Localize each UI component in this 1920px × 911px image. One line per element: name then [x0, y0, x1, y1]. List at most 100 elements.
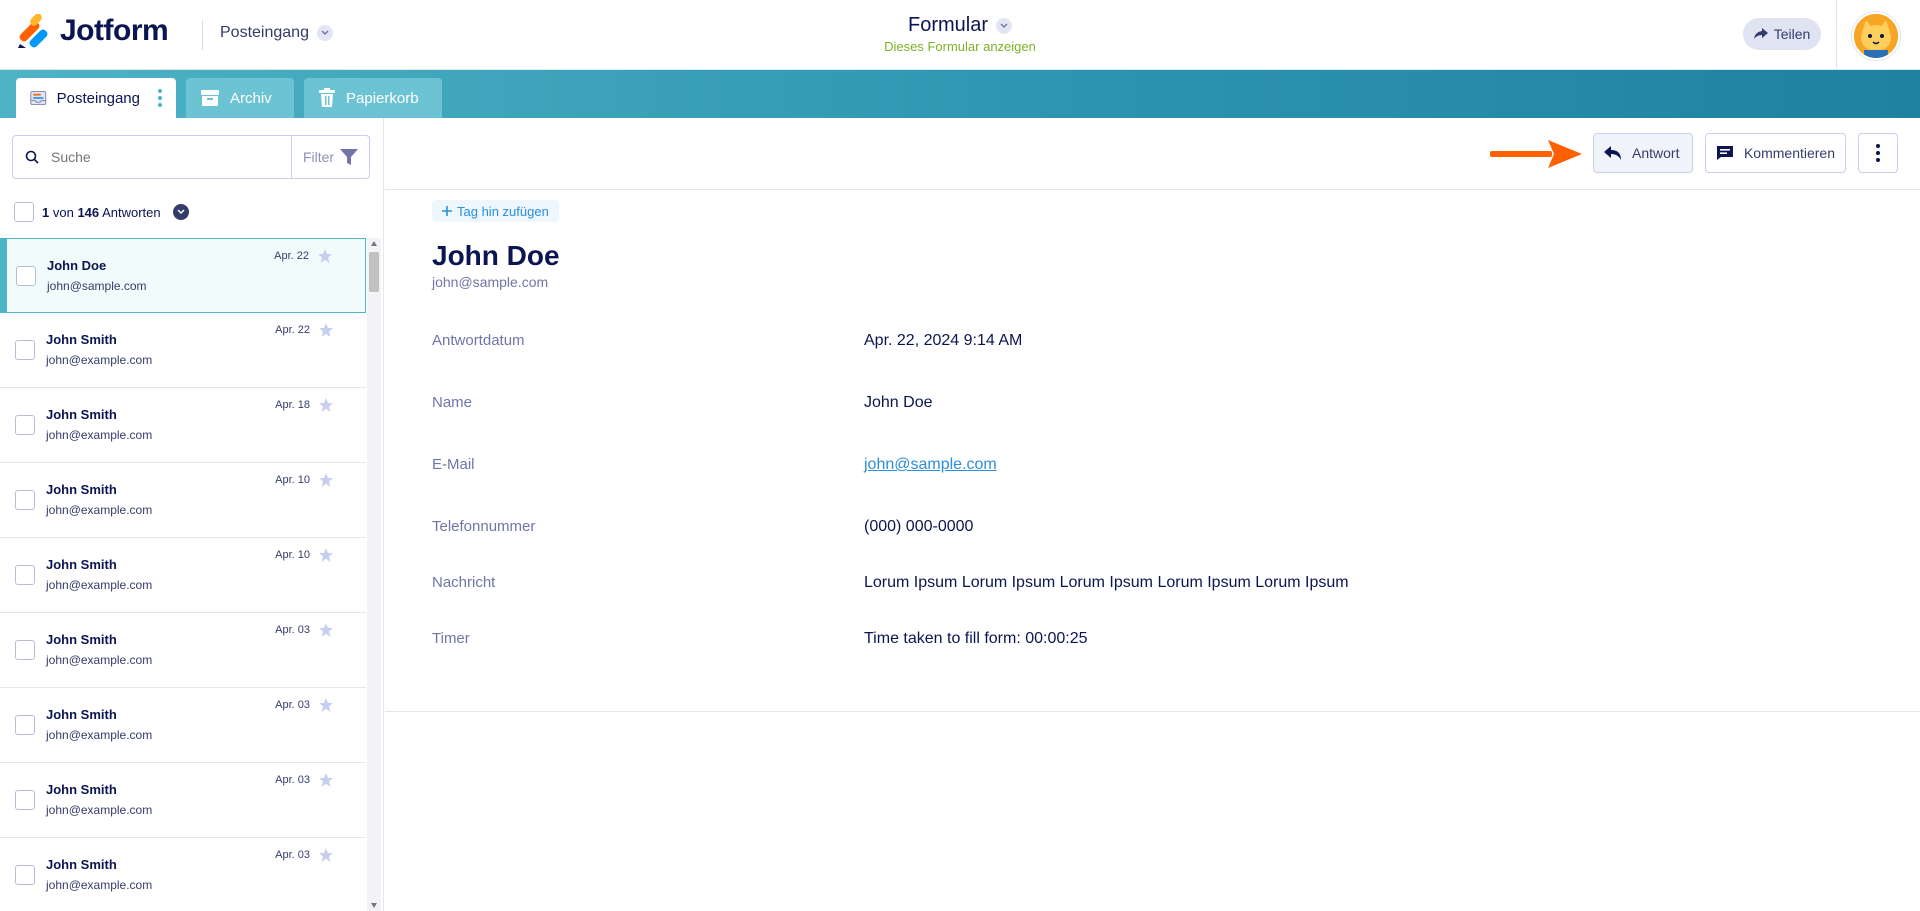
- star-icon[interactable]: [317, 248, 333, 264]
- submission-detail-panel: Antwort Kommentieren Tag hin zufügen Joh…: [385, 118, 1920, 911]
- item-email: john@example.com: [46, 353, 153, 367]
- item-email: john@example.com: [46, 653, 153, 667]
- avatar[interactable]: [1852, 12, 1900, 60]
- star-icon[interactable]: [318, 397, 334, 413]
- share-arrow-icon: [1753, 28, 1768, 39]
- tab-archiv[interactable]: Archiv: [186, 78, 294, 118]
- field-label: Antwortdatum: [432, 332, 525, 349]
- item-name: John Smith: [46, 332, 117, 347]
- star-icon[interactable]: [318, 772, 334, 788]
- item-name: John Smith: [46, 482, 117, 497]
- tab-label: Posteingang: [56, 89, 140, 107]
- item-checkbox[interactable]: [15, 865, 35, 885]
- search-input[interactable]: [51, 149, 291, 165]
- item-checkbox[interactable]: [15, 415, 35, 435]
- more-vertical-icon: [1876, 144, 1880, 162]
- list-item[interactable]: John Smith john@example.com Apr. 22: [0, 313, 366, 388]
- form-title-dropdown[interactable]: Formular: [908, 14, 1012, 37]
- tab-papierkorb[interactable]: Papierkorb: [304, 78, 442, 118]
- inbox-tab-bar: Posteingang Archiv Papierkorb: [0, 70, 1920, 118]
- field-value: Apr. 22, 2024 9:14 AM: [864, 332, 1023, 349]
- item-name: John Smith: [46, 632, 117, 647]
- filter-button[interactable]: Filter: [291, 136, 369, 178]
- star-icon[interactable]: [318, 847, 334, 863]
- star-icon[interactable]: [318, 622, 334, 638]
- item-checkbox[interactable]: [15, 340, 35, 360]
- scroll-up-arrow-icon[interactable]: [371, 241, 377, 246]
- item-date: Apr. 22: [274, 250, 309, 262]
- count-von: von: [52, 204, 74, 220]
- scroll-down-arrow-icon[interactable]: [371, 903, 377, 908]
- add-tag-label: Tag hin zufügen: [457, 203, 549, 219]
- list-item[interactable]: John Smith john@example.com Apr. 03: [0, 613, 366, 688]
- reply-button[interactable]: Antwort: [1593, 133, 1693, 173]
- list-item[interactable]: John Smith john@example.com Apr. 03: [0, 838, 366, 911]
- tab-posteingang[interactable]: Posteingang: [16, 78, 176, 118]
- item-checkbox[interactable]: [16, 266, 36, 286]
- list-item[interactable]: John Smith john@example.com Apr. 18: [0, 388, 366, 463]
- reply-arrow-icon: [1604, 146, 1621, 160]
- plus-icon: [442, 206, 452, 216]
- star-icon[interactable]: [318, 697, 334, 713]
- more-options-button[interactable]: [1858, 133, 1898, 173]
- item-date: Apr. 10: [275, 549, 310, 561]
- list-item[interactable]: John Smith john@example.com Apr. 03: [0, 763, 366, 838]
- submission-list: John Doe john@sample.com Apr. 22 John Sm…: [0, 238, 366, 911]
- header-divider-right: [1836, 0, 1837, 70]
- share-button[interactable]: Teilen: [1743, 18, 1821, 50]
- top-header: Jotform Posteingang Formular Dieses Form…: [0, 0, 1920, 70]
- item-email: john@sample.com: [47, 279, 147, 293]
- form-title: Formular: [907, 14, 988, 36]
- count-current: 1: [42, 204, 50, 220]
- item-name: John Smith: [46, 557, 117, 572]
- search-icon: [13, 150, 51, 164]
- list-item[interactable]: John Smith john@example.com Apr. 10: [0, 538, 366, 613]
- comment-label: Kommentieren: [1743, 145, 1835, 161]
- reply-label: Antwort: [1632, 145, 1680, 161]
- detail-toolbar: Antwort Kommentieren: [385, 118, 1920, 190]
- star-icon[interactable]: [318, 472, 334, 488]
- filter-funnel-icon: [340, 149, 359, 165]
- scrollbar-thumb[interactable]: [369, 252, 379, 292]
- search-box: Filter: [12, 135, 370, 179]
- item-checkbox[interactable]: [15, 790, 35, 810]
- star-icon[interactable]: [318, 322, 334, 338]
- count-label: Antworten: [102, 204, 161, 220]
- share-label: Teilen: [1773, 26, 1811, 42]
- submitter-email: john@sample.com: [432, 274, 549, 290]
- select-all-checkbox[interactable]: [14, 202, 34, 222]
- item-date: Apr. 10: [275, 474, 310, 486]
- item-date: Apr. 03: [275, 699, 310, 711]
- submission-list-panel: Filter 1 von 146 Antworten John Doe john…: [0, 118, 384, 911]
- list-item[interactable]: John Doe john@sample.com Apr. 22: [0, 238, 366, 313]
- item-checkbox[interactable]: [15, 565, 35, 585]
- list-item[interactable]: John Smith john@example.com Apr. 03: [0, 688, 366, 763]
- chevron-down-icon: [996, 17, 1012, 34]
- count-total: 146: [77, 204, 100, 220]
- item-checkbox[interactable]: [15, 490, 35, 510]
- orange-arrow-annotation-icon: [1490, 140, 1582, 168]
- response-count: 1 von 146 Antworten: [42, 205, 161, 220]
- item-email: john@example.com: [46, 803, 153, 817]
- submitter-name: John Doe: [432, 240, 560, 271]
- tab-label: Papierkorb: [346, 89, 419, 107]
- field-label: Telefonnummer: [432, 518, 536, 535]
- list-item[interactable]: John Smith john@example.com Apr. 10: [0, 463, 366, 538]
- star-icon[interactable]: [318, 547, 334, 563]
- list-scrollbar[interactable]: [367, 238, 381, 911]
- tab-label: Archiv: [230, 89, 272, 107]
- field-value: Time taken to fill form: 00:00:25: [864, 630, 1088, 647]
- comment-button[interactable]: Kommentieren: [1705, 133, 1846, 173]
- field-value: John Doe: [864, 394, 933, 411]
- view-form-link[interactable]: Dieses Formular anzeigen: [0, 39, 1920, 54]
- cat-avatar-icon: [1854, 14, 1898, 58]
- item-email: john@example.com: [46, 578, 153, 592]
- chevron-down-icon[interactable]: [172, 204, 189, 220]
- add-tag-button[interactable]: Tag hin zufügen: [432, 200, 559, 222]
- item-checkbox[interactable]: [15, 640, 35, 660]
- tab-options-icon[interactable]: [158, 89, 162, 107]
- item-checkbox[interactable]: [15, 715, 35, 735]
- email-link[interactable]: john@sample.com: [864, 456, 997, 474]
- comment-icon: [1716, 146, 1733, 160]
- item-date: Apr. 03: [275, 624, 310, 636]
